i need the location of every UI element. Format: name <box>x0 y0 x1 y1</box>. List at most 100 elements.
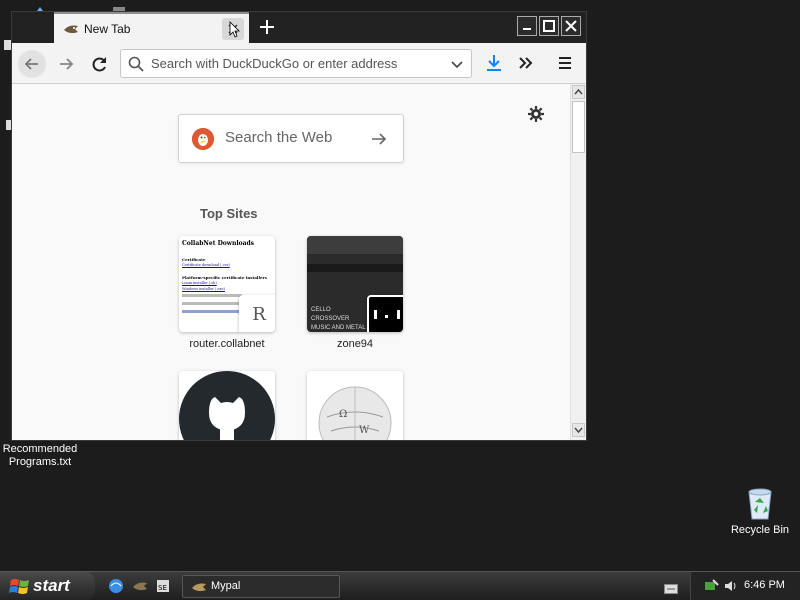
preview-line <box>182 302 246 305</box>
back-button[interactable] <box>18 50 46 78</box>
mypal-favicon-icon <box>63 21 79 35</box>
site-badge: R <box>239 295 275 332</box>
preview-link: Certificate download (.cer) <box>182 263 230 267</box>
tab-new-tab[interactable]: New Tab <box>54 12 249 43</box>
quicklaunch-mypal-icon[interactable] <box>132 578 148 594</box>
reload-button[interactable] <box>86 50 114 78</box>
keyboard-icon[interactable] <box>664 580 678 599</box>
preview-text: CELLO CROSSOVER MUSIC AND METAL <box>311 307 366 331</box>
site-thumbnail <box>179 371 275 440</box>
site-badge-letter: R <box>252 304 266 325</box>
hamburger-icon <box>559 57 571 69</box>
top-site-zone94[interactable]: CELLO CROSSOVER MUSIC AND METAL zone94 <box>307 236 403 350</box>
windows-logo-icon <box>9 579 29 594</box>
desktop-icon-recycle-bin[interactable]: Recycle Bin <box>724 486 796 536</box>
back-arrow-icon <box>24 58 38 70</box>
preview-header <box>307 236 403 254</box>
start-button[interactable]: start <box>0 572 95 600</box>
reload-icon <box>92 57 106 72</box>
navigation-toolbar <box>12 43 586 84</box>
svg-text:Ω: Ω <box>339 409 347 420</box>
scroll-down-button[interactable] <box>572 423 585 437</box>
recycle-bin-icon <box>745 486 775 520</box>
preview-line <box>182 294 242 297</box>
taskbar: start SE Mypal 6:46 PM <box>0 571 800 600</box>
preview-title: CollabNet Downloads <box>182 240 255 247</box>
volume-icon[interactable] <box>723 578 739 598</box>
site-thumbnail: CELLO CROSSOVER MUSIC AND METAL <box>307 236 403 332</box>
site-thumbnail: Ω W и <box>307 371 403 440</box>
site-thumbnail: CollabNet Downloads Certificate Certific… <box>179 236 275 332</box>
site-label: router.collabnet <box>189 338 265 350</box>
wikipedia-logo-icon: Ω W и <box>318 386 392 440</box>
minimize-button[interactable] <box>517 16 537 36</box>
maximize-icon <box>543 20 555 32</box>
desktop-icon-recommended-programs[interactable]: Recommended Programs.txt <box>0 443 80 469</box>
downloads-button[interactable] <box>482 51 506 75</box>
top-site-wikipedia[interactable]: Ω W и <box>307 371 403 440</box>
forward-button[interactable] <box>52 50 80 78</box>
close-icon <box>228 21 240 38</box>
preview-line <box>182 310 240 313</box>
top-site-router-collabnet[interactable]: CollabNet Downloads Certificate Certific… <box>179 236 275 350</box>
search-web-label: Search the Web <box>225 129 333 146</box>
plus-icon <box>260 20 274 34</box>
preview-link: Windows installer (.exe) <box>182 287 225 291</box>
chevron-down-icon <box>451 61 463 69</box>
start-label: start <box>33 576 70 595</box>
taskbar-button-mypal[interactable]: Mypal <box>182 575 340 598</box>
scroll-up-button[interactable] <box>572 85 585 99</box>
url-dropdown-button[interactable] <box>449 56 465 76</box>
svg-text:SE: SE <box>158 584 167 592</box>
scroll-thumb[interactable] <box>572 101 585 153</box>
clock[interactable]: 6:46 PM <box>744 579 785 591</box>
system-tray: 6:46 PM <box>690 572 800 600</box>
web-search-box[interactable]: Search the Web <box>178 114 404 163</box>
browser-window: New Tab Search with DuckDuckGo or enter … <box>11 11 587 441</box>
maximize-button[interactable] <box>539 16 559 36</box>
arrow-right-icon[interactable] <box>369 129 389 153</box>
desktop-icon-label: Recommended Programs.txt <box>2 443 78 468</box>
tab-close-button[interactable] <box>222 18 244 40</box>
close-window-button[interactable] <box>561 16 581 36</box>
close-icon <box>565 20 577 32</box>
safely-remove-hardware-icon[interactable] <box>703 578 719 598</box>
title-bar[interactable]: New Tab <box>12 12 586 43</box>
gear-icon <box>528 106 544 122</box>
site-badge <box>367 295 403 332</box>
taskbar-button-label: Mypal <box>211 580 241 592</box>
new-tab-page: Search the Web Top Sites CollabNet Downl… <box>12 84 570 440</box>
overflow-menu-button[interactable] <box>514 51 538 75</box>
top-sites-heading: Top Sites <box>200 206 258 221</box>
desktop-icon-label: Recycle Bin <box>730 524 790 536</box>
tab-title: New Tab <box>84 22 131 36</box>
preview-section: Certificate <box>182 257 206 262</box>
svg-text:и: и <box>347 438 353 440</box>
duckduckgo-logo-icon <box>192 128 214 150</box>
site-label: zone94 <box>336 338 374 350</box>
desktop-icon-partial-top-2[interactable] <box>110 0 128 15</box>
preview-link: Linux installer (.sh) <box>182 281 217 285</box>
page-scrollbar[interactable] <box>570 84 586 440</box>
customize-button[interactable] <box>527 105 545 123</box>
main-menu-button[interactable] <box>553 51 577 75</box>
url-bar[interactable] <box>120 49 472 78</box>
chevron-up-icon <box>574 88 583 95</box>
desktop-icon-partial-top[interactable] <box>30 0 50 15</box>
url-input[interactable] <box>151 50 441 77</box>
chevron-down-icon <box>574 427 583 434</box>
preview-nav <box>307 264 403 272</box>
new-tab-button[interactable] <box>254 14 280 40</box>
mypal-icon <box>192 583 206 592</box>
download-icon <box>487 55 501 71</box>
chevron-double-right-icon <box>519 57 533 69</box>
minimize-icon <box>523 28 531 30</box>
top-site-github[interactable] <box>179 371 275 440</box>
preview-section: Platform-specific certificate installers <box>182 275 267 280</box>
quicklaunch-browser-icon[interactable] <box>108 578 124 594</box>
github-logo-icon <box>179 371 275 440</box>
quicklaunch-app-icon[interactable]: SE <box>155 578 171 594</box>
search-icon <box>128 56 144 76</box>
svg-text:W: W <box>359 425 370 436</box>
forward-arrow-icon <box>60 58 74 70</box>
